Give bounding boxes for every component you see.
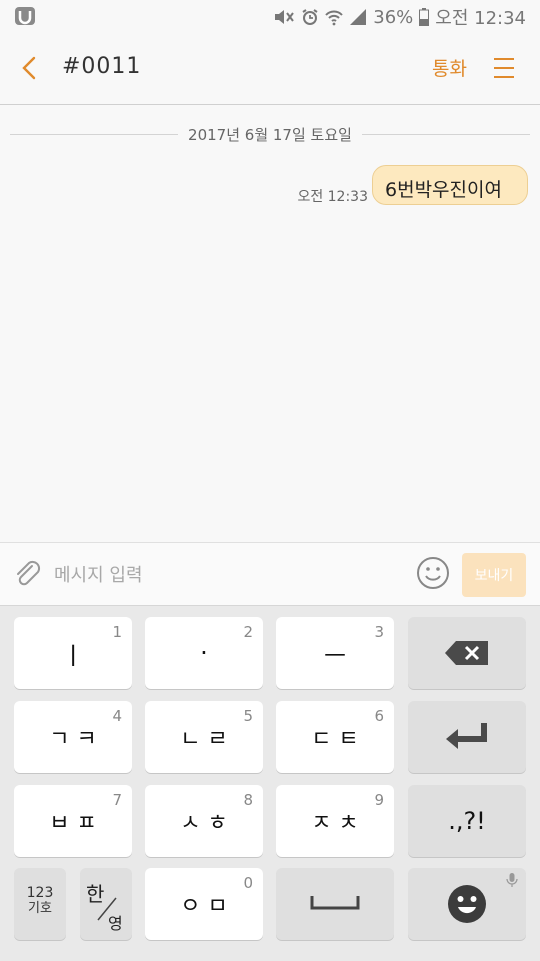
signal-icon	[350, 9, 367, 25]
key-n-r[interactable]: 5 ㄴ ㄹ	[145, 701, 263, 773]
emoji-icon[interactable]	[416, 556, 450, 590]
key-dot[interactable]: 2 ·	[145, 617, 263, 689]
key-enter[interactable]	[408, 701, 526, 773]
key-label: ㄴ ㄹ	[180, 727, 228, 752]
key-space[interactable]	[276, 868, 394, 940]
menu-icon[interactable]	[490, 54, 518, 82]
key-label: 123	[26, 885, 54, 901]
space-icon	[310, 896, 360, 910]
key-label: ㅇ ㅁ	[180, 894, 228, 919]
backspace-icon	[445, 641, 488, 665]
key-label: .,?!	[448, 807, 486, 835]
key-eu[interactable]: 3 ㅡ	[276, 617, 394, 689]
compose-bar: 보내기	[0, 542, 540, 606]
key-b-p[interactable]: 7 ㅂ ㅍ	[14, 785, 132, 857]
keyboard: 1 ㅣ 2 · 3 ㅡ 4 ㄱ ㅋ 5 ㄴ ㄹ 6 ㄷ ㅌ 7 ㅂ ㅍ 8 ㅅ …	[0, 605, 540, 961]
key-label: ㅈ ㅊ	[311, 811, 359, 836]
key-label: ㅂ ㅍ	[49, 811, 97, 836]
key-label: ·	[200, 639, 208, 667]
status-icons: 36% 오전 12:34	[273, 5, 526, 29]
key-label: ㅡ	[323, 641, 347, 670]
key-d-t[interactable]: 6 ㄷ ㅌ	[276, 701, 394, 773]
message-input[interactable]	[52, 559, 396, 591]
wifi-icon	[325, 10, 343, 26]
message-text: 6번박우진이여	[385, 179, 502, 201]
smiley-icon	[448, 885, 486, 923]
contact-title: #0011	[62, 54, 142, 79]
battery-percent: 36%	[373, 6, 414, 28]
message-bubble[interactable]: 6번박우진이여	[372, 165, 528, 205]
mic-icon	[506, 873, 518, 887]
key-punctuation[interactable]: .,?!	[408, 785, 526, 857]
battery-icon	[419, 8, 430, 26]
key-i[interactable]: 1 ㅣ	[14, 617, 132, 689]
clock: 오전 12:34	[435, 8, 526, 29]
key-sublabel: 기호	[28, 901, 52, 916]
key-label: ㄱ ㅋ	[49, 727, 97, 752]
key-g-k[interactable]: 4 ㄱ ㅋ	[14, 701, 132, 773]
key-label: ㅅ ㅎ	[180, 811, 228, 836]
date-divider: 2017년 6월 17일 토요일	[10, 122, 530, 146]
back-icon[interactable]	[10, 48, 50, 88]
message-time: 오전 12:33	[297, 189, 368, 205]
key-j-ch[interactable]: 9 ㅈ ㅊ	[276, 785, 394, 857]
key-s-h[interactable]: 8 ㅅ ㅎ	[145, 785, 263, 857]
alarm-icon	[302, 9, 318, 25]
key-language-toggle[interactable]: 한 영	[80, 868, 132, 940]
key-label: ㄷ ㅌ	[311, 727, 359, 752]
send-button[interactable]: 보내기	[462, 553, 526, 597]
key-o-m[interactable]: 0 ㅇ ㅁ	[145, 868, 263, 940]
divider-line	[362, 134, 530, 135]
key-label: ㅣ	[61, 641, 85, 670]
key-symbols[interactable]: 123 기호	[14, 868, 66, 940]
mute-icon	[275, 10, 295, 24]
app-icon	[15, 7, 35, 25]
key-emoji[interactable]	[408, 868, 526, 940]
conversation-header: #0011 통화	[0, 34, 540, 105]
key-sublabel: 영	[108, 914, 123, 933]
paperclip-icon[interactable]	[12, 558, 44, 590]
key-backspace[interactable]	[408, 617, 526, 689]
call-button[interactable]: 통화	[432, 54, 467, 81]
status-bar: 36% 오전 12:34	[0, 0, 540, 34]
enter-icon	[446, 723, 487, 749]
